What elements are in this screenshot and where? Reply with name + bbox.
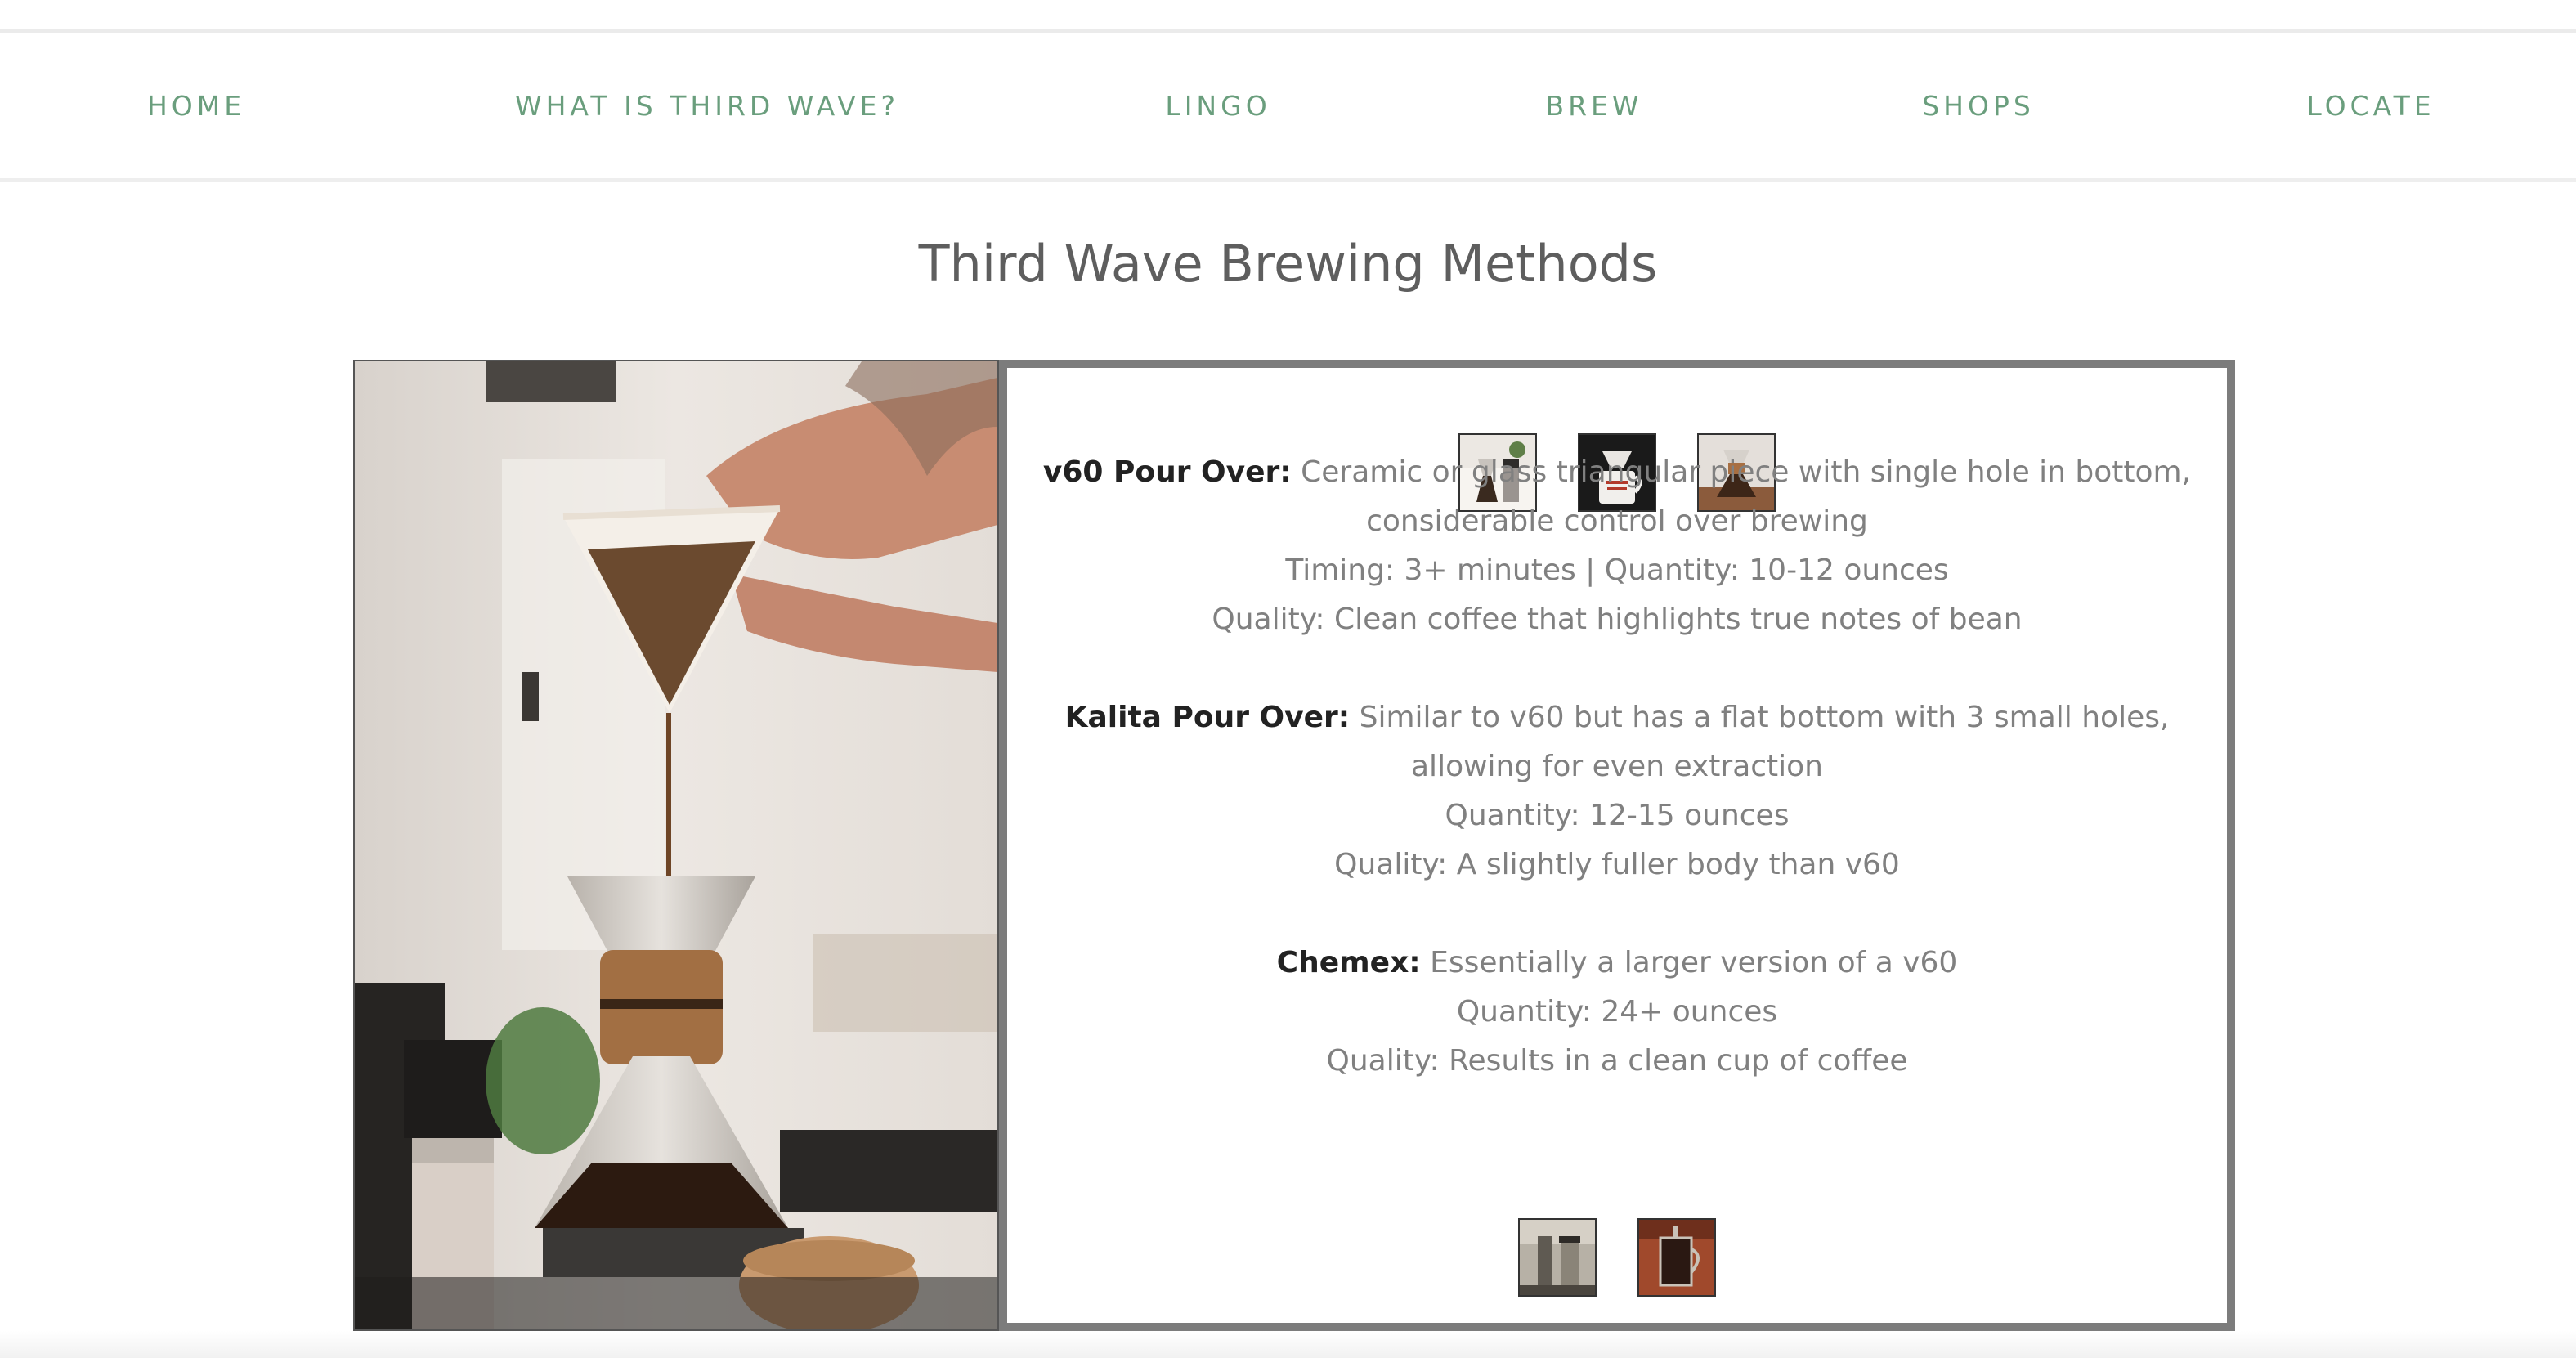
method-v60-detail: Timing: 3+ minutes | Quantity: 10-12 oun… <box>1285 554 1949 587</box>
method-chemex-detail: Quantity: 24+ ounces <box>1456 995 1778 1029</box>
method-kalita-name: Kalita Pour Over: <box>1064 701 1351 734</box>
hero-pour-over-photo <box>353 360 999 1331</box>
nav-lingo[interactable]: LINGO <box>1136 33 1300 178</box>
siphon-brewer-thumbnail[interactable] <box>1518 1218 1597 1297</box>
top-strip <box>0 0 2576 33</box>
nav-home[interactable]: HOME <box>114 33 278 178</box>
method-kalita-detail: Quality: A slightly fuller body than v60 <box>1334 848 1900 881</box>
nav-shops[interactable]: SHOPS <box>1897 33 2060 178</box>
method-v60: v60 Pour Over: Ceramic or glass triangul… <box>1032 448 2202 644</box>
methods-list: v60 Pour Over: Ceramic or glass triangul… <box>1032 448 2202 1135</box>
method-chemex-description: Essentially a larger version of a v60 <box>1430 946 1958 979</box>
french-press-thumbnail[interactable] <box>1637 1218 1716 1297</box>
main-nav: HOME WHAT IS THIRD WAVE? LINGO BREW SHOP… <box>0 33 2576 182</box>
method-v60-detail: Quality: Clean coffee that highlights tr… <box>1212 603 2023 636</box>
nav-locate[interactable]: LOCATE <box>2289 33 2453 178</box>
method-v60-description: Ceramic or glass triangular piece with s… <box>1301 455 2192 538</box>
page: HOME WHAT IS THIRD WAVE? LINGO BREW SHOP… <box>0 0 2576 1358</box>
method-chemex-name: Chemex: <box>1276 946 1421 979</box>
method-kalita-summary: Kalita Pour Over: Similar to v60 but has… <box>1032 693 2202 791</box>
method-kalita-description: Similar to v60 but has a flat bottom wit… <box>1359 701 2170 783</box>
method-chemex: Chemex: Essentially a larger version of … <box>1032 939 2202 1086</box>
method-v60-name: v60 Pour Over: <box>1042 455 1292 489</box>
method-chemex-summary: Chemex: Essentially a larger version of … <box>1032 939 2202 988</box>
page-title: Third Wave Brewing Methods <box>918 234 1658 294</box>
bottom-thumbnail-row <box>1007 1218 2227 1297</box>
nav-brew[interactable]: BREW <box>1512 33 1676 178</box>
brewing-methods-panel: v60 Pour Over: Ceramic or glass triangul… <box>999 360 2235 1331</box>
nav-what-is-third-wave[interactable]: WHAT IS THIRD WAVE? <box>507 33 907 178</box>
method-kalita: Kalita Pour Over: Similar to v60 but has… <box>1032 693 2202 890</box>
method-kalita-detail: Quantity: 12-15 ounces <box>1445 799 1790 832</box>
method-v60-summary: v60 Pour Over: Ceramic or glass triangul… <box>1032 448 2202 546</box>
bottom-edge <box>0 1331 2576 1358</box>
method-chemex-detail: Quality: Results in a clean cup of coffe… <box>1326 1044 1908 1078</box>
